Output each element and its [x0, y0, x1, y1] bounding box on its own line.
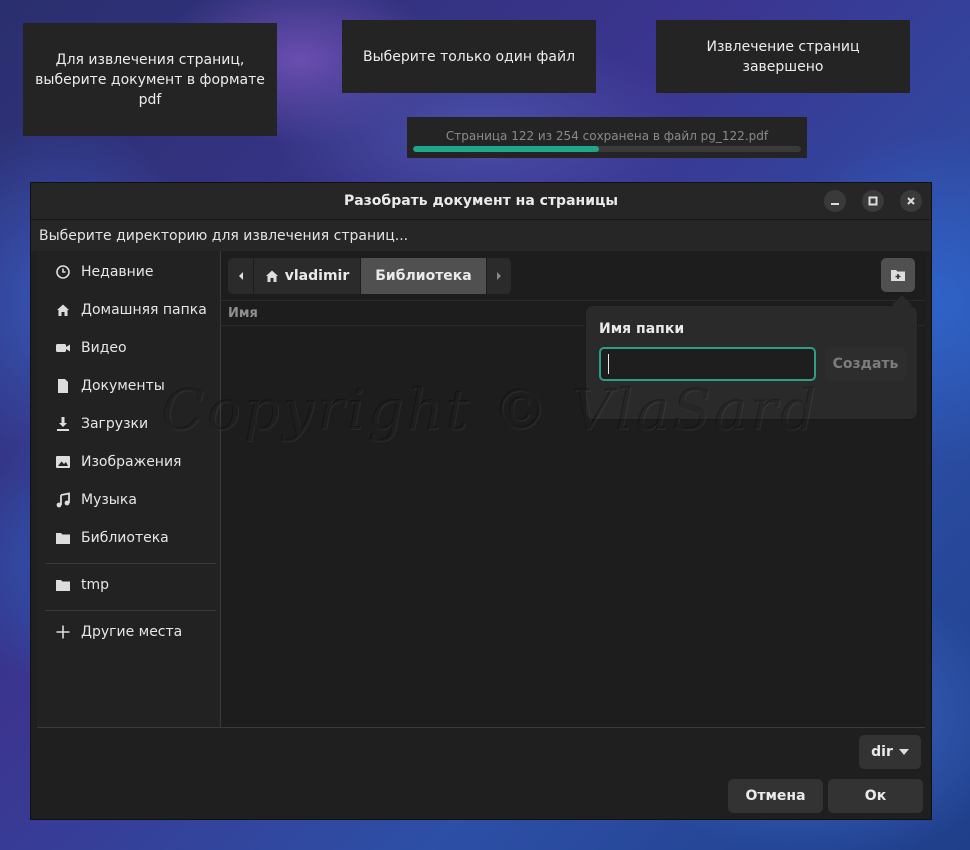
download-icon [57, 417, 69, 431]
sidebar-item-label: Библиотека [81, 530, 169, 546]
clock-icon [56, 265, 70, 279]
sidebar-item-label: Изображения [81, 454, 182, 470]
sidebar-item-tmp[interactable]: tmp [37, 566, 220, 604]
path-crumb-home[interactable]: vladimir [254, 258, 361, 294]
new-folder-button[interactable] [881, 258, 915, 292]
music-icon [56, 492, 70, 508]
path-bar: vladimir Библиотека [228, 258, 511, 294]
path-crumb-label: Библиотека [375, 268, 472, 284]
notification-select-pdf: Для извлечения страниц, выберите докумен… [23, 23, 277, 136]
home-icon [265, 270, 278, 282]
sidebar-item-label: tmp [81, 577, 110, 593]
cancel-button[interactable]: Отмена [728, 779, 823, 813]
close-icon [907, 197, 915, 205]
path-scroll-left-button[interactable] [228, 258, 254, 294]
folder-new-icon [891, 270, 905, 281]
footer-divider [37, 727, 925, 728]
sidebar-item-music[interactable]: Музыка [37, 481, 220, 519]
folder-icon [56, 580, 70, 591]
sidebar-item-library[interactable]: Библиотека [37, 519, 220, 557]
sidebar-item-label: Загрузки [81, 416, 149, 432]
places-sidebar: Недавние Домашняя папка Видео Документы … [37, 251, 221, 727]
sidebar-item-label: Другие места [81, 624, 183, 640]
folder-name-input[interactable] [599, 347, 816, 381]
text-cursor [608, 354, 609, 374]
chevron-left-icon [238, 272, 243, 280]
path-crumb-label: vladimir [284, 268, 350, 284]
create-folder-button[interactable]: Создать [825, 347, 906, 381]
ok-button[interactable]: Ок [828, 779, 923, 813]
titlebar: Разобрать документ на страницы [31, 183, 931, 220]
chevron-right-icon [497, 272, 501, 280]
sidebar-item-label: Недавние [81, 264, 154, 280]
video-icon [56, 344, 70, 352]
sidebar-item-downloads[interactable]: Загрузки [37, 405, 220, 443]
path-crumb-library[interactable]: Библиотека [361, 258, 487, 294]
sidebar-divider [45, 563, 216, 564]
plus-icon [56, 625, 70, 639]
chevron-down-icon [898, 749, 909, 755]
sidebar-item-label: Музыка [81, 492, 137, 508]
sidebar-item-images[interactable]: Изображения [37, 443, 220, 481]
progress-bar-fill [413, 146, 600, 152]
sidebar-item-home[interactable]: Домашняя папка [37, 291, 220, 329]
file-filter-label: dir [871, 744, 893, 760]
sidebar-item-recent[interactable]: Недавние [37, 253, 220, 291]
sidebar-item-documents[interactable]: Документы [37, 367, 220, 405]
sidebar-item-label: Домашняя папка [81, 302, 207, 318]
sidebar-item-other-locations[interactable]: Другие места [37, 613, 220, 651]
path-scroll-right-button[interactable] [487, 258, 511, 294]
notification-select-one-file: Выберите только один файл [342, 20, 596, 93]
notification-extraction-complete: Извлечение страниц завершено [656, 20, 910, 93]
maximize-button[interactable] [862, 190, 884, 212]
minimize-icon [831, 203, 839, 205]
dialog-subtitle: Выберите директорию для извлечения стран… [31, 220, 931, 251]
close-button[interactable] [900, 190, 922, 212]
progress-notification: Страница 122 из 254 сохранена в файл pg_… [407, 117, 807, 158]
progress-text: Страница 122 из 254 сохранена в файл pg_… [445, 129, 769, 143]
folder-icon [56, 533, 70, 544]
home-icon [57, 304, 69, 316]
dialog-title: Разобрать документ на страницы [343, 193, 619, 209]
minimize-button[interactable] [824, 190, 846, 212]
sidebar-divider [45, 610, 216, 611]
sidebar-item-video[interactable]: Видео [37, 329, 220, 367]
file-filter-dropdown[interactable]: dir [859, 735, 921, 769]
progress-bar [413, 146, 801, 152]
sidebar-item-label: Видео [81, 340, 127, 356]
image-icon [56, 456, 70, 468]
document-icon [58, 379, 68, 393]
folder-name-label: Имя папки [599, 321, 685, 337]
sidebar-item-label: Документы [81, 378, 165, 394]
new-folder-popover: Имя папки Создать [585, 295, 918, 420]
split-document-dialog: Разобрать документ на страницы Выберите … [30, 182, 932, 820]
maximize-icon [868, 196, 878, 206]
